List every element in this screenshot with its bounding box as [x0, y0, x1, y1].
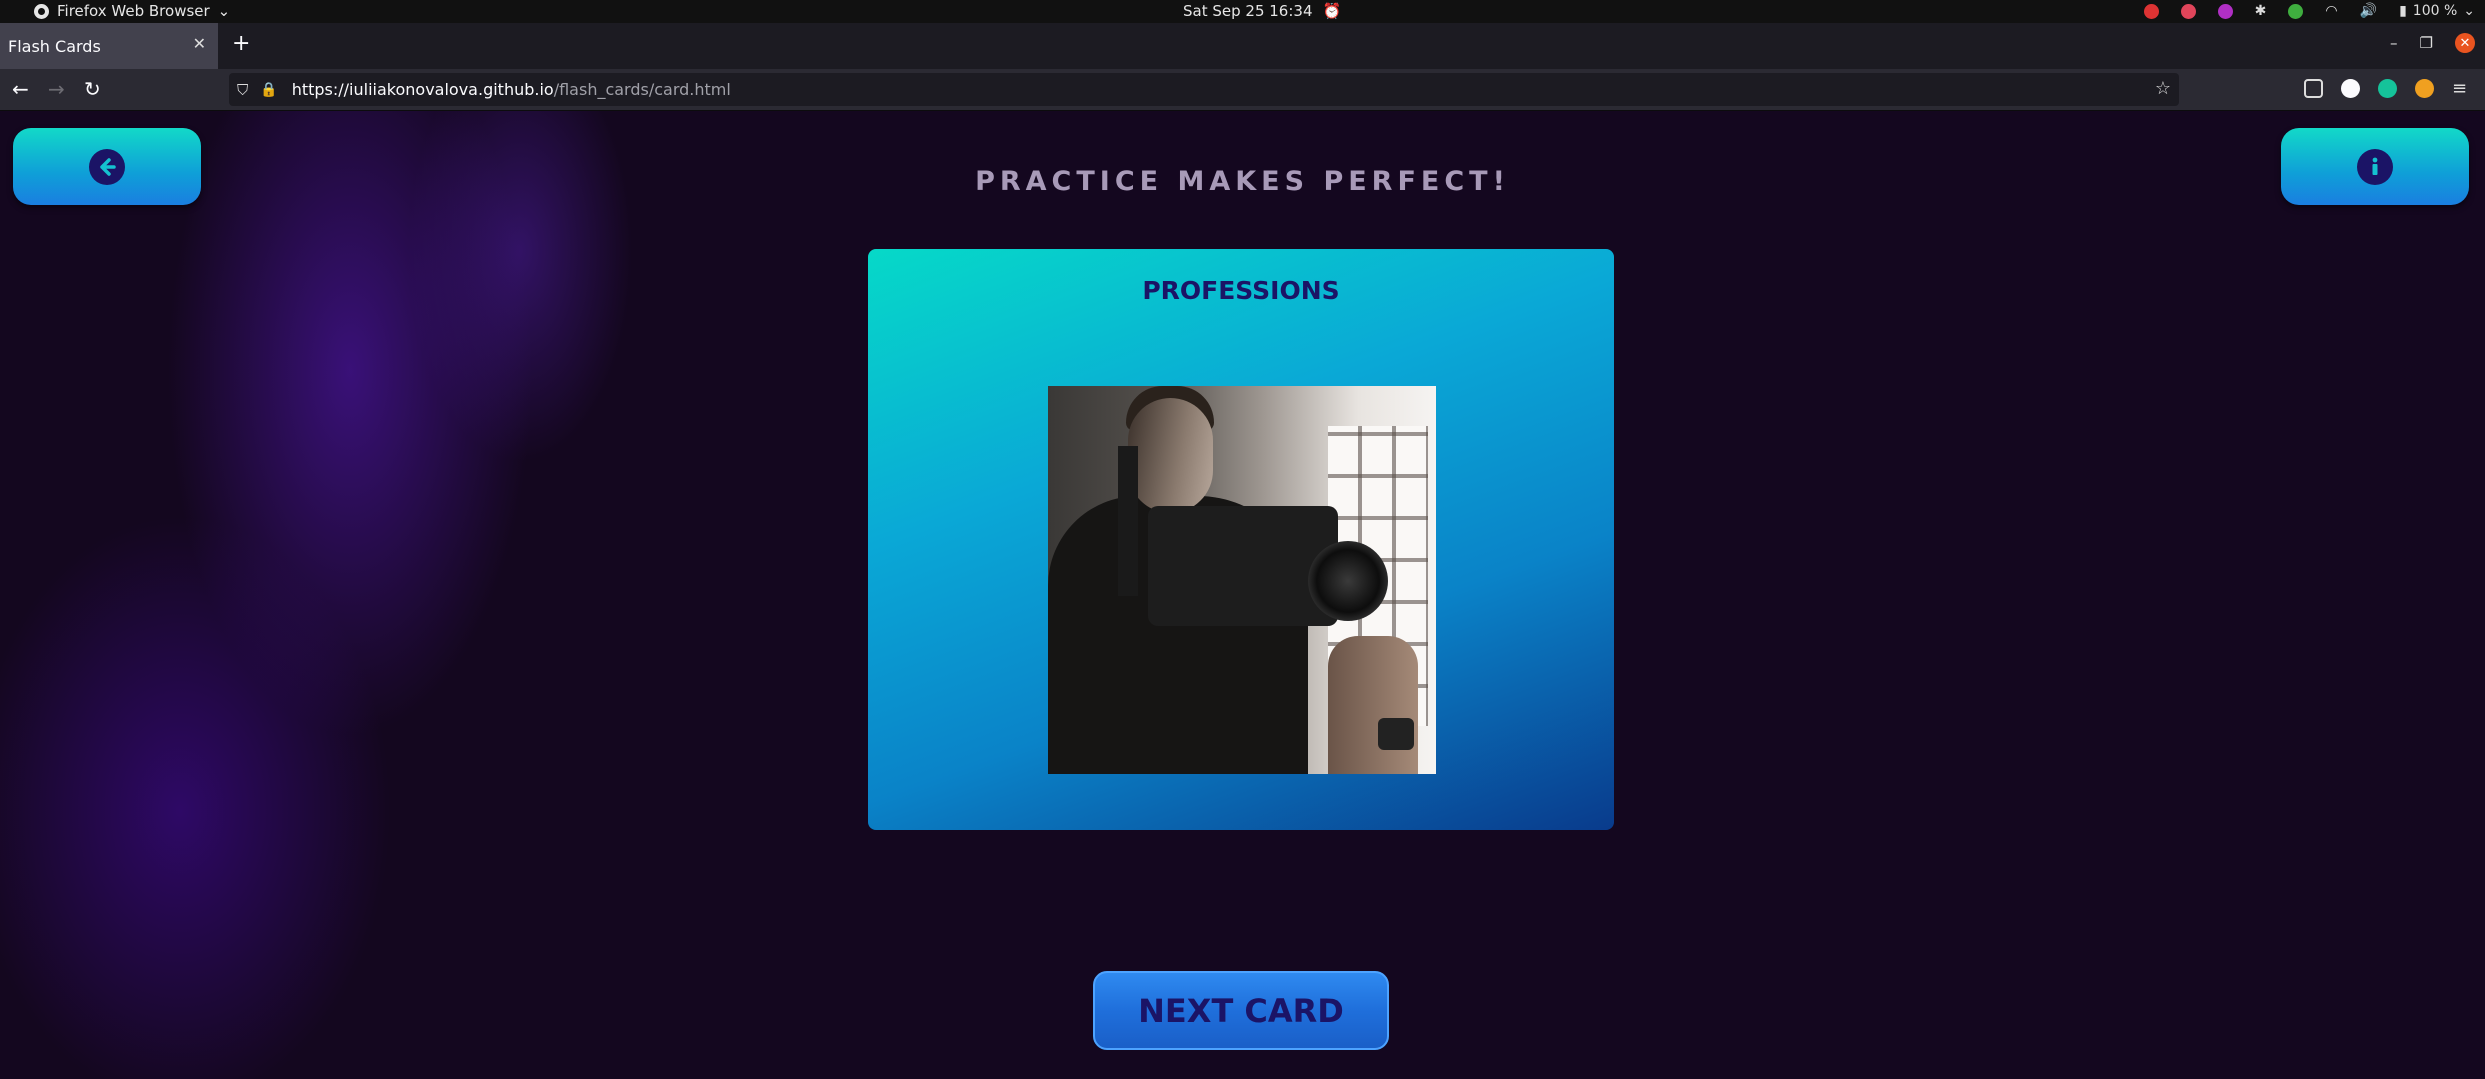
tab-flash-cards[interactable]: Flash Cards ✕ — [0, 23, 218, 69]
tray-app-icon[interactable] — [2180, 3, 2196, 19]
forward-arrow-icon[interactable]: → — [48, 77, 65, 101]
tab-title: Flash Cards — [8, 36, 101, 56]
bookmark-star-icon[interactable]: ☆ — [2155, 78, 2171, 99]
close-icon[interactable]: ✕ — [193, 34, 206, 53]
datetime: Sat Sep 25 16:34 — [1183, 2, 1313, 20]
grammarly-icon[interactable] — [2378, 79, 2397, 98]
tray-app-icon[interactable] — [2143, 3, 2159, 19]
new-tab-icon[interactable]: + — [232, 31, 250, 56]
tray-app-icon[interactable]: ✱ — [2255, 3, 2267, 19]
card-photo — [1048, 386, 1436, 774]
page-title: PRACTICE MAKES PERFECT! — [975, 166, 1510, 197]
chevron-down-icon: ⌄ — [2463, 3, 2475, 19]
url-bar[interactable]: ⛉ 🔒 https://iuliiakonovalova.github.io/f… — [229, 73, 2179, 106]
next-card-button[interactable]: NEXT CARD — [1093, 971, 1389, 1050]
navigation-bar: ← → ↻ ⛉ 🔒 https://iuliiakonovalova.githu… — [0, 69, 2485, 111]
extension-icon[interactable] — [2415, 79, 2434, 98]
system-top-bar: Firefox Web Browser ⌄ Sat Sep 25 16:34 ⏰… — [0, 0, 2485, 23]
lock-icon[interactable]: 🔒 — [260, 82, 277, 98]
url-text[interactable]: https://iuliiakonovalova.github.io/flash… — [292, 80, 731, 99]
wifi-icon[interactable]: ◠ — [2325, 3, 2337, 19]
restore-icon[interactable]: ❐ — [2420, 34, 2433, 52]
url-path: /flash_cards/card.html — [553, 80, 731, 99]
photo-arm — [1328, 636, 1418, 774]
photo-head — [1128, 398, 1213, 513]
battery-label: 100 % — [2412, 3, 2458, 19]
alarm-icon: ⏰ — [1322, 2, 1342, 20]
close-window-icon[interactable]: ✕ — [2455, 33, 2475, 53]
info-button[interactable] — [2281, 128, 2469, 205]
app-name: Firefox Web Browser — [57, 2, 210, 20]
page-content: PRACTICE MAKES PERFECT! PROFESSIONS NEXT… — [0, 111, 2485, 1079]
volume-icon[interactable]: 🔊 — [2360, 3, 2377, 19]
battery-indicator[interactable]: ▮ 100 % ⌄ — [2399, 3, 2475, 19]
photo-camera — [1148, 506, 1338, 626]
photo-watch — [1378, 718, 1414, 750]
info-icon — [2357, 149, 2393, 185]
toolbar-extensions: ≡ — [2304, 79, 2471, 98]
shield-icon[interactable]: ⛉ — [237, 81, 248, 99]
reload-icon[interactable]: ↻ — [84, 77, 101, 101]
photo-rig — [1118, 446, 1138, 596]
app-menu[interactable]: Firefox Web Browser ⌄ — [34, 2, 230, 20]
card-category: PROFESSIONS — [1142, 276, 1340, 305]
extension-icon[interactable] — [2341, 79, 2360, 98]
photo-lens — [1308, 541, 1388, 621]
window-controls: – ❐ ✕ — [2390, 33, 2475, 53]
battery-icon: ▮ — [2399, 3, 2407, 19]
clock[interactable]: Sat Sep 25 16:34 ⏰ — [1183, 2, 1341, 20]
tab-strip: Flash Cards ✕ + – ❐ ✕ — [0, 23, 2485, 69]
tray-app-icon[interactable] — [2217, 3, 2233, 19]
pocket-icon[interactable] — [2304, 79, 2323, 98]
menu-icon[interactable]: ≡ — [2452, 79, 2471, 98]
tray-check-icon[interactable] — [2288, 3, 2304, 19]
back-arrow-icon[interactable]: ← — [12, 77, 29, 101]
chevron-down-icon: ⌄ — [217, 2, 231, 20]
minimize-icon[interactable]: – — [2390, 34, 2398, 52]
system-tray: ✱ ◠ 🔊 ▮ 100 % ⌄ — [2143, 3, 2475, 19]
url-host: https://iuliiakonovalova.github.io — [291, 80, 554, 99]
firefox-icon — [34, 3, 49, 19]
flash-card[interactable]: PROFESSIONS — [868, 249, 1614, 830]
